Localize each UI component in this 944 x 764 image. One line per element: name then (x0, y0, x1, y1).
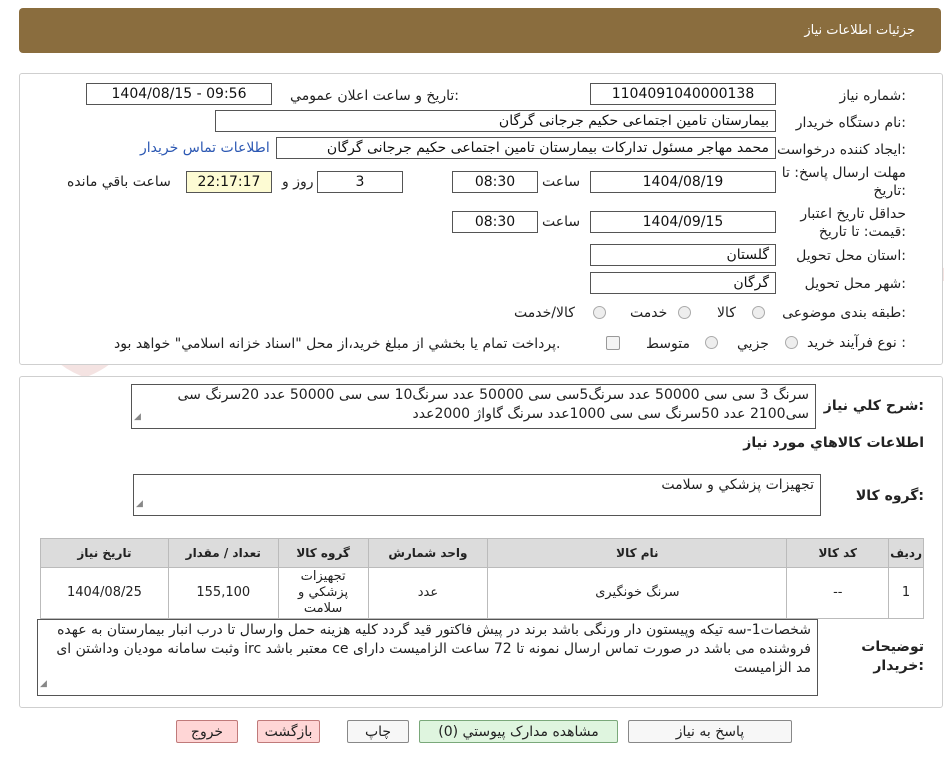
process-radio-minor[interactable] (785, 336, 798, 349)
remaining-time-field: 22:17:17 (186, 171, 272, 193)
validity-time-label: ساعت (542, 214, 581, 230)
validity-date-field: 1404/09/15 (590, 211, 776, 233)
category-label: طبقه بندی موضوعی: (782, 305, 906, 321)
category-radio-service[interactable] (678, 306, 691, 319)
buyer-notes-textarea: شخصات1-سه تیکه وپیستون دار ورنگی باشد بر… (37, 619, 818, 696)
buyer-notes-label: توضيحات خريدار: (861, 639, 924, 674)
page-title: جزئیات اطلاعات نیاز (804, 23, 915, 38)
category-option-goods: كالا (717, 305, 736, 321)
requester-label: ايجاد كننده درخواست: (777, 142, 906, 158)
cell-group: تجهيزات پزشكي و سلامت (277, 567, 369, 619)
items-heading: اطلاعات كالاهاي مورد نياز (743, 435, 924, 451)
category-radio-goods[interactable] (752, 306, 765, 319)
city-label: شهر محل تحويل: (804, 276, 906, 292)
summary-label: شرح كلي نياز: (823, 398, 924, 414)
days-label: روز و (282, 174, 314, 190)
requester-field: محمد مهاجر مسئول تدارکات بیمارستان تامین… (276, 137, 776, 159)
table-header-row: رديف كد كالا نام كالا واحد شمارش گروه كا… (40, 538, 924, 568)
city-field: گرگان (590, 272, 776, 294)
resize-handle-icon[interactable]: ◢ (134, 408, 141, 427)
validity-label-2: قيمت: تا تاريخ: (818, 224, 906, 240)
cell-code: -- (786, 567, 890, 619)
buyer-contact-link[interactable]: اطلاعات تماس خريدار (140, 140, 270, 156)
remaining-label: ساعت باقي مانده (67, 174, 171, 190)
goods-group-textarea: تجهيزات پزشكي و سلامت ◢ (133, 474, 821, 516)
cell-name: سرنگ خونگیری (487, 567, 788, 619)
deadline-time-field: 08:30 (452, 171, 538, 193)
need-number-label: شماره نیاز: (839, 88, 906, 104)
payment-note: پرداخت تمام يا بخشي از مبلغ خريد،از محل … (114, 336, 561, 352)
province-field: گلستان (590, 244, 776, 266)
process-label: نوع فرآيند خريد : (807, 335, 906, 351)
need-number-field: 1104091040000138 (590, 83, 776, 105)
cell-row: 1 (888, 567, 924, 619)
process-option-minor: جزيي (737, 336, 769, 352)
back-button[interactable]: بازگشت (257, 720, 320, 743)
col-header-unit: واحد شمارش (367, 538, 489, 568)
col-header-code: كد كالا (786, 538, 890, 568)
resize-handle-icon[interactable]: ◢ (136, 495, 143, 514)
reply-button[interactable]: پاسخ به نياز (628, 720, 792, 743)
col-header-quantity: تعداد / مقدار (167, 538, 279, 568)
table-row: 1 -- سرنگ خونگیری عدد تجهيزات پزشكي و سل… (40, 567, 924, 619)
announce-label: تاریخ و ساعت اعلان عمومي: (290, 88, 459, 104)
cell-date: 1404/08/25 (40, 567, 169, 619)
buyer-org-field: بیمارستان تامین اجتماعی حکیم جرجانی گرگا… (215, 110, 776, 132)
resize-handle-icon[interactable]: ◢ (40, 675, 47, 694)
process-option-medium: متوسط (646, 336, 690, 352)
page-header: جزئیات اطلاعات نیاز (19, 8, 941, 53)
view-attachments-button[interactable]: مشاهده مدارک پيوستي (0) (419, 720, 618, 743)
buyer-org-label: نام دستگاه خريدار: (795, 115, 906, 131)
exit-button[interactable]: خروج (176, 720, 238, 743)
deadline-time-label: ساعت (542, 174, 581, 190)
cell-quantity: 155,100 (167, 567, 279, 619)
validity-label-1: حداقل تاريخ اعتبار (800, 206, 906, 222)
summary-text: سرنگ 3 سی سی 50000 عدد سرنگ5سی سی 50000 … (177, 387, 809, 422)
category-option-goods-service: كالا/خدمت (514, 305, 575, 321)
announce-field: 1404/08/15 - 09:56 (86, 83, 272, 105)
buyer-notes-text: شخصات1-سه تیکه وپیستون دار ورنگی باشد بر… (56, 622, 811, 676)
province-label: استان محل تحويل: (796, 248, 906, 264)
process-radio-medium[interactable] (705, 336, 718, 349)
col-header-group: گروه كالا (277, 538, 369, 568)
deadline-date-field: 1404/08/19 (590, 171, 776, 193)
deadline-label-1: مهلت ارسال پاسخ: تا (781, 165, 906, 181)
cell-unit: عدد (367, 567, 489, 619)
deadline-label-2: تاريخ: (873, 183, 906, 199)
col-header-date: تاريخ نياز (40, 538, 169, 568)
category-option-service: خدمت (630, 305, 668, 321)
goods-group-label: گروه كالا: (855, 488, 924, 504)
validity-time-field: 08:30 (452, 211, 538, 233)
days-field: 3 (317, 171, 403, 193)
category-radio-goods-service[interactable] (593, 306, 606, 319)
summary-textarea: سرنگ 3 سی سی 50000 عدد سرنگ5سی سی 50000 … (131, 384, 816, 429)
payment-treasury-checkbox[interactable] (606, 336, 620, 350)
col-header-row: رديف (888, 538, 924, 568)
print-button[interactable]: چاپ (347, 720, 409, 743)
items-table: رديف كد كالا نام كالا واحد شمارش گروه كا… (40, 538, 924, 619)
goods-group-text: تجهيزات پزشكي و سلامت (661, 477, 814, 493)
col-header-name: نام كالا (487, 538, 788, 568)
